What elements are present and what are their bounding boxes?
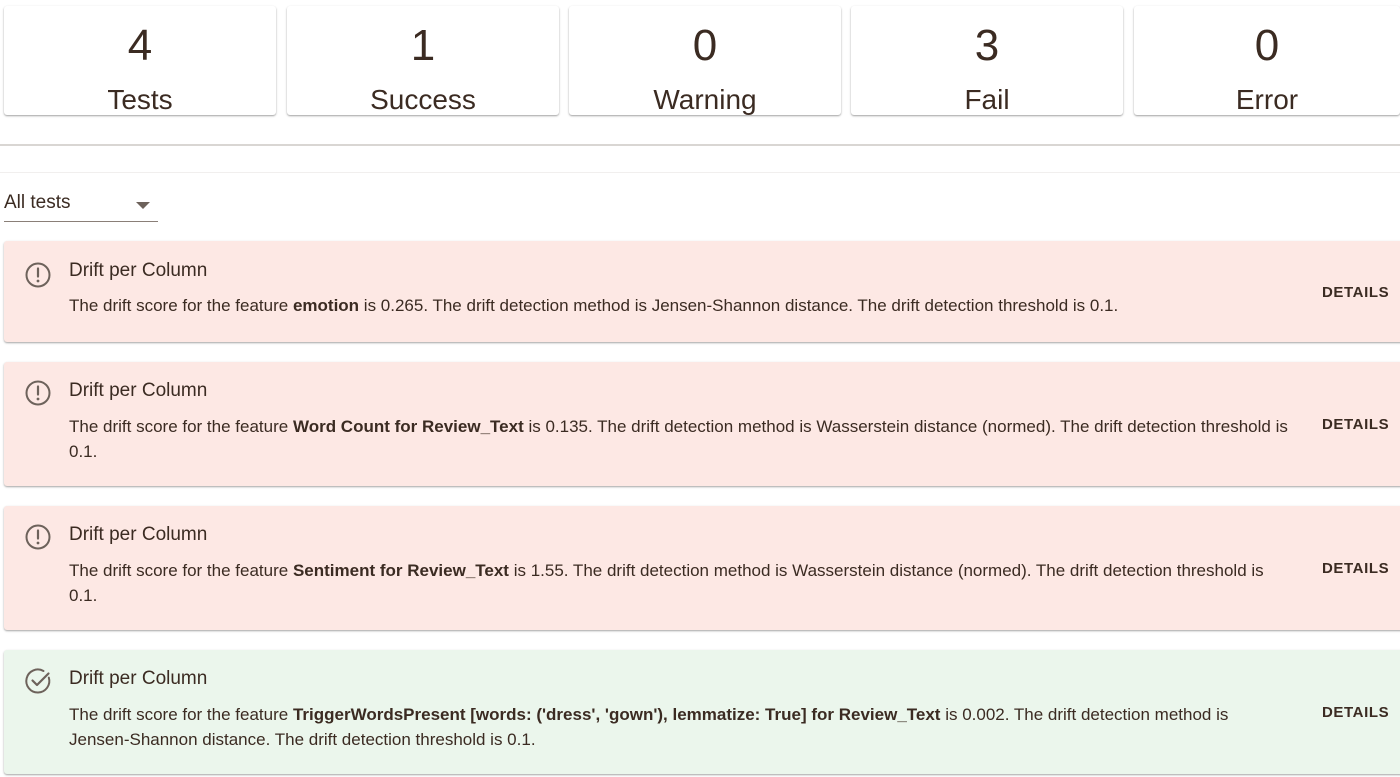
details-button[interactable]: DETAILS bbox=[1322, 559, 1389, 579]
summary-card-warning: 0 Warning bbox=[569, 6, 841, 115]
tests-label: Tests bbox=[107, 84, 173, 115]
test-result-card: Drift per Column The drift score for the… bbox=[4, 241, 1400, 342]
warning-label: Warning bbox=[653, 84, 757, 115]
fail-count: 3 bbox=[974, 21, 1000, 70]
exclamation-circle-icon bbox=[25, 524, 51, 550]
details-button[interactable]: DETAILS bbox=[1322, 283, 1389, 303]
section-divider-light bbox=[0, 172, 1400, 173]
test-title: Drift per Column bbox=[69, 380, 208, 401]
test-filter-value: All tests bbox=[4, 192, 71, 213]
error-label: Error bbox=[1235, 84, 1299, 115]
test-title: Drift per Column bbox=[69, 260, 208, 281]
summary-card-fail: 3 Fail bbox=[851, 6, 1123, 115]
tests-count: 4 bbox=[127, 21, 153, 70]
check-circle-icon bbox=[25, 668, 51, 694]
feature-name: Sentiment for Review_Text bbox=[292, 561, 509, 580]
feature-name: Word Count for Review_Text bbox=[292, 417, 524, 436]
error-count: 0 bbox=[1254, 21, 1280, 70]
summary-card-tests: 4 Tests bbox=[4, 6, 276, 115]
summary-card-error: 0 Error bbox=[1134, 6, 1400, 115]
test-filter-select[interactable]: All tests bbox=[4, 188, 158, 222]
feature-name: TriggerWordsPresent [words: ('dress', 'g… bbox=[292, 705, 941, 724]
warning-count: 0 bbox=[692, 21, 718, 70]
test-result-card: Drift per Column The drift score for the… bbox=[4, 650, 1400, 774]
section-divider bbox=[0, 144, 1400, 146]
test-result-card: Drift per Column The drift score for the… bbox=[4, 506, 1400, 630]
test-description: The drift score for the feature emotion … bbox=[69, 296, 1119, 315]
test-title: Drift per Column bbox=[69, 524, 208, 545]
test-description: The drift score for the feature Word Cou… bbox=[69, 417, 1288, 461]
details-button[interactable]: DETAILS bbox=[1322, 415, 1389, 435]
test-result-card: Drift per Column The drift score for the… bbox=[4, 362, 1400, 486]
test-description: The drift score for the feature TriggerW… bbox=[69, 705, 1229, 749]
exclamation-circle-icon bbox=[25, 262, 51, 288]
fail-label: Fail bbox=[964, 84, 1010, 115]
success-count: 1 bbox=[410, 21, 436, 70]
dropdown-arrow-icon bbox=[136, 202, 150, 209]
details-button[interactable]: DETAILS bbox=[1322, 703, 1389, 723]
exclamation-circle-icon bbox=[25, 380, 51, 406]
success-label: Success bbox=[370, 84, 476, 115]
feature-name: emotion bbox=[292, 296, 360, 315]
test-title: Drift per Column bbox=[69, 668, 208, 689]
summary-card-success: 1 Success bbox=[287, 6, 559, 115]
test-description: The drift score for the feature Sentimen… bbox=[69, 561, 1264, 605]
test-summary: 4 Tests 1 Success 0 Warning 3 Fail 0 Err… bbox=[0, 0, 1400, 116]
